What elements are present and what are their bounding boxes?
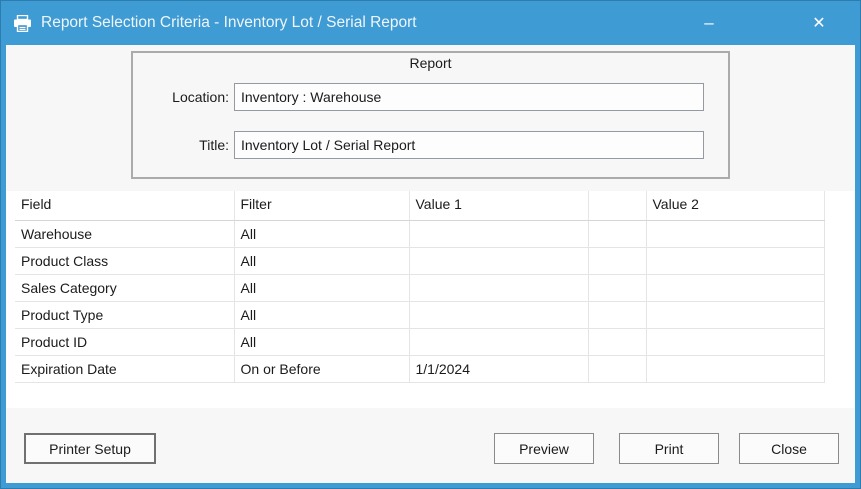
value2-cell[interactable] — [646, 355, 825, 383]
column-header-spacer — [588, 191, 647, 221]
report-title-input[interactable] — [234, 131, 704, 159]
spacer-cell — [588, 328, 647, 356]
print-button[interactable]: Print — [619, 433, 719, 464]
column-header-field: Field — [15, 191, 235, 221]
value1-cell[interactable] — [409, 328, 589, 356]
filter-cell[interactable]: All — [234, 274, 410, 302]
spacer-cell — [588, 274, 647, 302]
value2-cell[interactable] — [646, 220, 825, 248]
field-cell: Product Class — [15, 247, 235, 275]
value1-cell[interactable] — [409, 220, 589, 248]
printer-setup-button[interactable]: Printer Setup — [24, 433, 156, 464]
value2-cell[interactable] — [646, 328, 825, 356]
location-label: Location: — [172, 89, 229, 105]
field-cell: Sales Category — [15, 274, 235, 302]
minimize-button[interactable]: – — [689, 1, 729, 45]
close-window-button[interactable]: ✕ — [799, 1, 839, 45]
column-header-value2: Value 2 — [646, 191, 825, 221]
value1-cell[interactable] — [409, 301, 589, 329]
field-cell: Expiration Date — [15, 355, 235, 383]
field-cell: Warehouse — [15, 220, 235, 248]
criteria-row-product-type: Product Type All — [15, 301, 825, 329]
value1-cell[interactable]: 1/1/2024 — [409, 355, 589, 383]
field-cell: Product Type — [15, 301, 235, 329]
close-button[interactable]: Close — [739, 433, 839, 464]
criteria-row-product-id: Product ID All — [15, 328, 825, 356]
filter-cell[interactable]: All — [234, 220, 410, 248]
title-label: Title: — [199, 137, 229, 153]
value2-cell[interactable] — [646, 301, 825, 329]
criteria-header-row: Field Filter Value 1 Value 2 — [15, 191, 825, 221]
report-selection-dialog: Report Selection Criteria - Inventory Lo… — [0, 0, 861, 489]
window-title: Report Selection Criteria - Inventory Lo… — [41, 14, 417, 31]
criteria-row-product-class: Product Class All — [15, 247, 825, 275]
filter-cell[interactable]: On or Before — [234, 355, 410, 383]
value2-cell[interactable] — [646, 274, 825, 302]
criteria-table-panel: Field Filter Value 1 Value 2 Warehouse A… — [6, 191, 855, 408]
spacer-cell — [588, 301, 647, 329]
group-box-legend: Report — [409, 55, 452, 71]
value1-cell[interactable] — [409, 247, 589, 275]
value2-cell[interactable] — [646, 247, 825, 275]
filter-cell[interactable]: All — [234, 328, 410, 356]
preview-button[interactable]: Preview — [494, 433, 594, 464]
criteria-row-warehouse: Warehouse All — [15, 220, 825, 248]
criteria-row-sales-category: Sales Category All — [15, 274, 825, 302]
title-bar[interactable]: Report Selection Criteria - Inventory Lo… — [1, 1, 860, 45]
spacer-cell — [588, 355, 647, 383]
field-cell: Product ID — [15, 328, 235, 356]
value1-cell[interactable] — [409, 274, 589, 302]
spacer-cell — [588, 247, 647, 275]
report-group-box: Report Location: Title: — [131, 51, 730, 179]
title-row: Title: — [133, 131, 728, 159]
column-header-filter: Filter — [234, 191, 410, 221]
location-row: Location: — [133, 83, 728, 111]
filter-cell[interactable]: All — [234, 301, 410, 329]
location-input[interactable] — [234, 83, 704, 111]
printer-icon — [13, 14, 32, 32]
spacer-cell — [588, 220, 647, 248]
column-header-value1: Value 1 — [409, 191, 589, 221]
filter-cell[interactable]: All — [234, 247, 410, 275]
criteria-row-expiration-date: Expiration Date On or Before 1/1/2024 — [15, 355, 825, 383]
dialog-body: Report Location: Title: Field — [6, 45, 855, 483]
criteria-table: Field Filter Value 1 Value 2 Warehouse A… — [15, 191, 825, 383]
